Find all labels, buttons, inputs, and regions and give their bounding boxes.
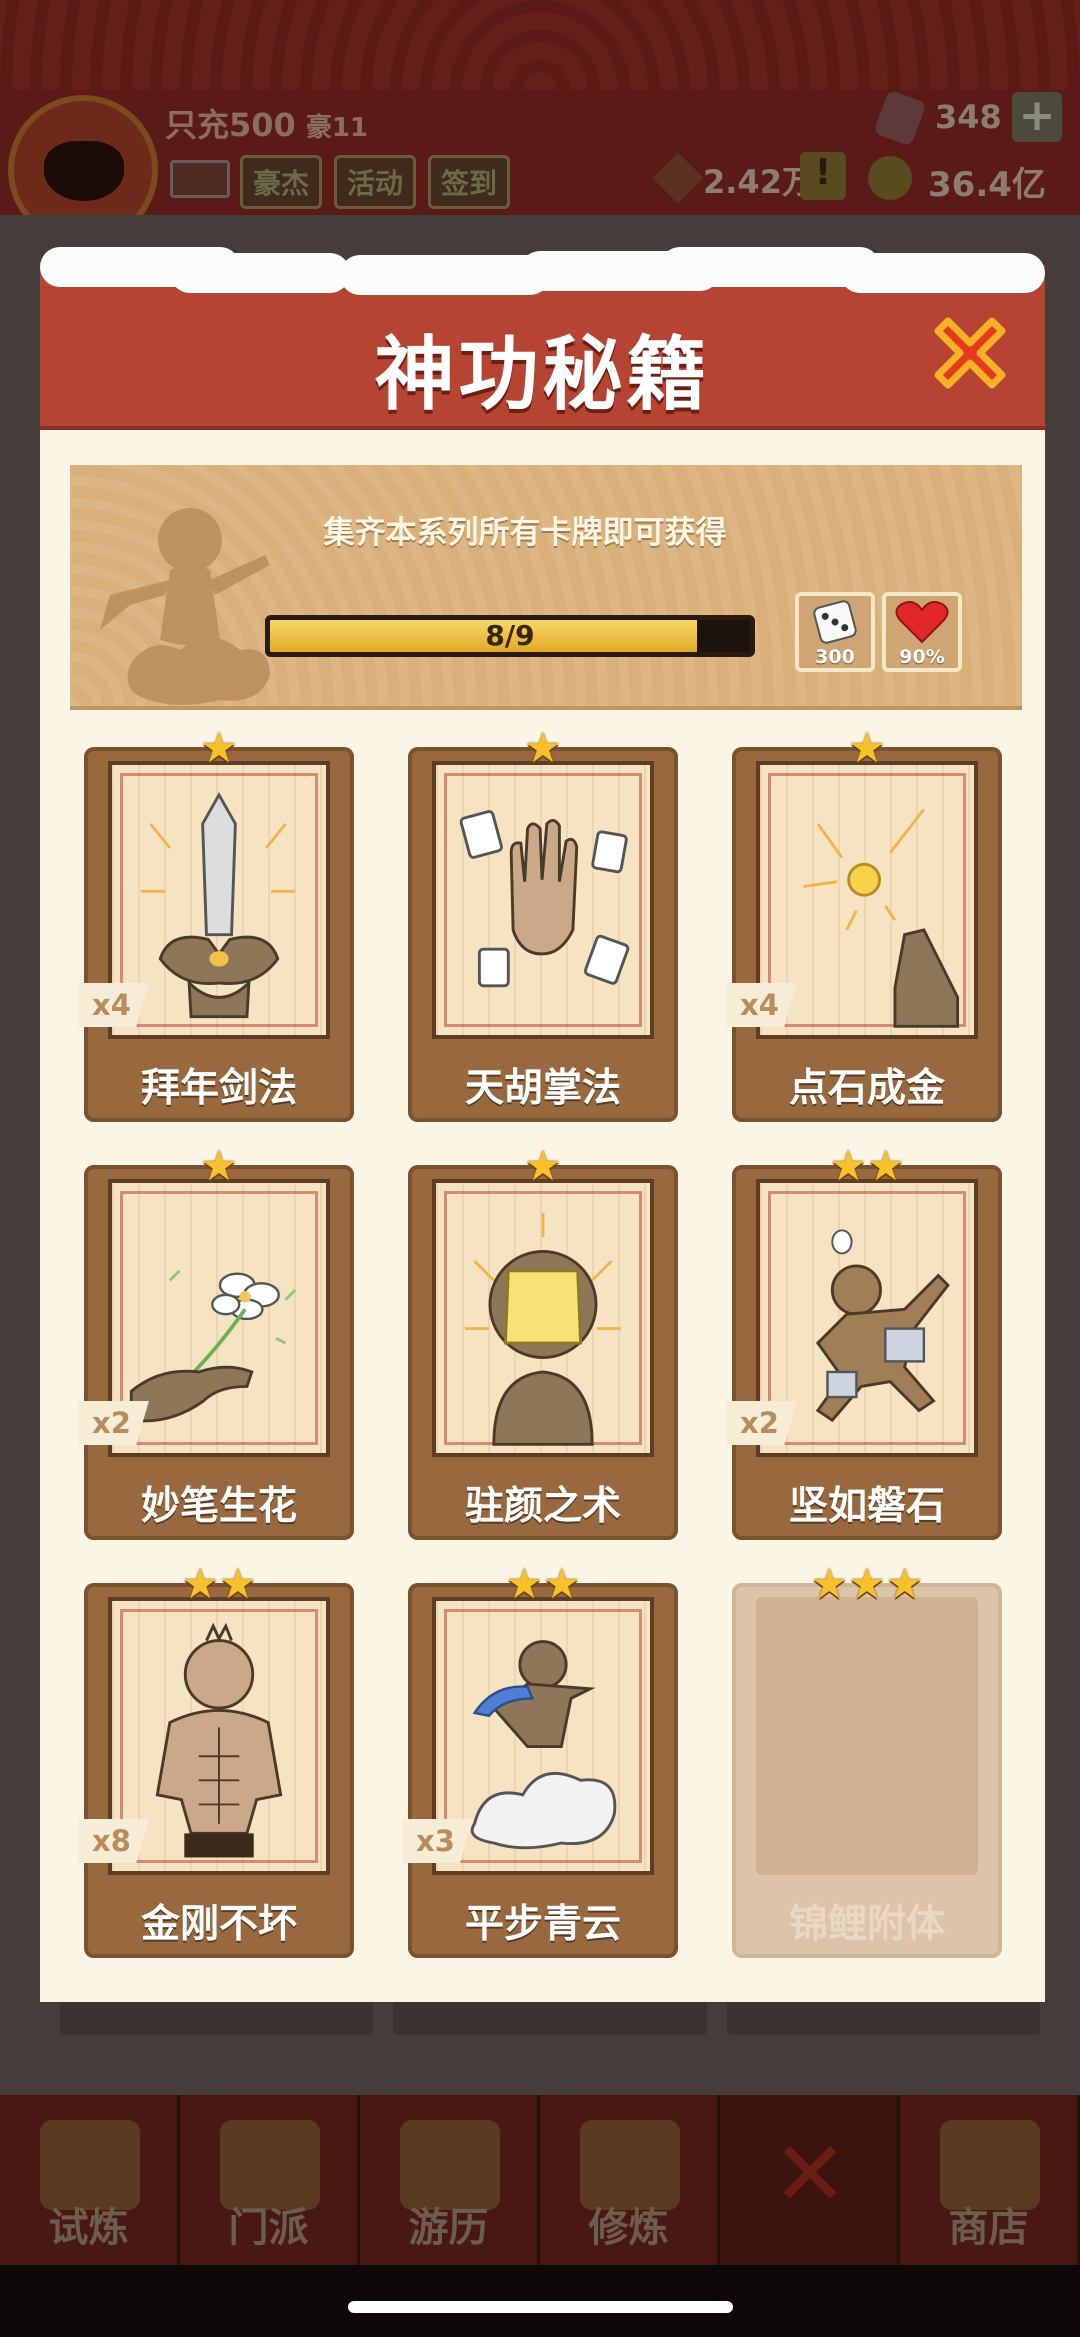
star-rating: ★ <box>848 723 886 772</box>
nav-sect[interactable]: 门派 <box>180 2095 360 2265</box>
close-x-icon: ✕ <box>772 2122 848 2227</box>
progress-label: 8/9 <box>485 619 535 652</box>
player-name: 只充500 豪11 <box>165 100 368 146</box>
cloud-pattern <box>0 0 1080 90</box>
card-name: 金刚不坏 <box>140 1902 297 1947</box>
card-koi-blessing-locked[interactable]: ★★★ 锦鲤附体 <box>732 1563 1002 1968</box>
star-rating: ★ <box>524 723 562 772</box>
nav-travel[interactable]: 游历 <box>360 2095 540 2265</box>
card-name: 妙笔生花 <box>140 1484 297 1529</box>
secret-manual-modal: 神功秘籍 集齐本系列所有卡牌即可获得 8/9 300 90% x4 ★ 拜年剑法… <box>40 247 1045 2002</box>
nav-travel-label: 游历 <box>408 2205 489 2251</box>
star-rating: ★★ <box>505 1559 581 1608</box>
bottom-nav: 试炼 门派 游历 修炼 ✕ 商店 <box>0 2095 1080 2265</box>
card-midas-touch[interactable]: x4 ★ 点石成金 <box>726 727 1002 1132</box>
card-name: 锦鲤附体 <box>788 1902 945 1947</box>
card-name: 拜年剑法 <box>140 1066 297 1111</box>
reward-heart[interactable]: 90% <box>882 592 962 672</box>
collection-banner: 集齐本系列所有卡牌即可获得 8/9 300 90% <box>70 465 1022 710</box>
card-youth-technique[interactable]: ★ 驻颜之术 <box>408 1145 678 1550</box>
card-bainian-sword[interactable]: x4 ★ 拜年剑法 <box>78 727 354 1132</box>
snow-lump <box>840 253 1045 293</box>
nav-cultivate-label: 修炼 <box>588 2205 669 2251</box>
reward-dice-value: 300 <box>815 646 855 668</box>
player-name-text: 只充500 <box>165 106 296 144</box>
dice-icon <box>813 600 857 644</box>
cloud-rider-silhouette-icon <box>100 508 270 705</box>
tag-events[interactable]: 活动 <box>334 155 417 209</box>
vip-level: 豪11 <box>305 113 368 143</box>
snow-lump <box>340 255 550 295</box>
heart-icon <box>895 601 949 644</box>
hud-tags: 豪杰 活动 签到 <box>240 155 511 209</box>
face-mask-icon <box>464 1212 622 1446</box>
card-rock-solid[interactable]: x2 ★★ 坚如磐石 <box>726 1145 1002 1550</box>
nav-trial[interactable]: 试炼 <box>0 2095 180 2265</box>
card-art-panel <box>432 1179 654 1457</box>
gem-count: 348 <box>935 98 1002 136</box>
tag-checkin[interactable]: 签到 <box>428 155 511 209</box>
star-rating: ★★ <box>181 1559 257 1608</box>
add-gems-button[interactable]: + <box>1012 92 1062 142</box>
banner-text: 集齐本系列所有卡牌即可获得 <box>323 515 727 551</box>
star-rating: ★ <box>200 723 238 772</box>
modal-title: 神功秘籍 <box>374 328 711 421</box>
nav-sect-label: 门派 <box>228 2205 309 2251</box>
close-x-icon <box>934 317 1006 389</box>
card-name: 平步青云 <box>464 1902 621 1947</box>
mail-icon[interactable] <box>170 160 230 198</box>
snow-lump <box>170 253 350 293</box>
reward-heart-value: 90% <box>899 646 945 668</box>
nav-close[interactable]: ✕ <box>720 2095 900 2265</box>
card-diamond-body[interactable]: x8 ★★ 金刚不坏 <box>78 1563 354 1968</box>
card-cloud-step[interactable]: x3 ★★ 平步青云 <box>402 1563 678 1968</box>
star-rating: ★★ <box>829 1141 905 1190</box>
ingot-count: 2.42万 <box>703 163 814 201</box>
close-button[interactable] <box>920 303 1020 403</box>
palm-mahjong-icon <box>459 810 630 988</box>
card-art-panel <box>432 761 654 1039</box>
card-name: 天胡掌法 <box>464 1066 621 1111</box>
collection-progress-bar: 8/9 <box>265 615 755 657</box>
card-name: 坚如磐石 <box>788 1484 945 1529</box>
coin-count: 36.4亿 <box>928 165 1046 205</box>
tag-hero[interactable]: 豪杰 <box>240 155 323 209</box>
nav-trial-label: 试炼 <box>48 2205 129 2251</box>
home-indicator[interactable] <box>348 2301 733 2313</box>
reward-dice[interactable]: 300 <box>795 592 875 672</box>
nav-shop-label: 商店 <box>948 2205 1029 2251</box>
avatar-face <box>44 141 124 201</box>
card-name: 点石成金 <box>788 1066 945 1111</box>
card-name: 驻颜之术 <box>464 1484 621 1529</box>
card-locked-panel <box>756 1597 978 1875</box>
star-rating: ★★★ <box>810 1559 924 1608</box>
top-hud: 只充500 豪11 豪杰 活动 签到 348 + 2.42万 ! 36.4亿 <box>0 0 1080 245</box>
card-magic-brush[interactable]: x2 ★ 妙笔生花 <box>78 1145 354 1550</box>
gem-icon <box>873 89 927 147</box>
star-rating: ★ <box>524 1141 562 1190</box>
card-tianhu-palm[interactable]: ★ 天胡掌法 <box>408 727 678 1132</box>
modal-header: 神功秘籍 <box>40 247 1045 430</box>
coin-icon <box>868 156 912 200</box>
alert-icon[interactable]: ! <box>800 152 846 200</box>
nav-shop[interactable]: 商店 <box>900 2095 1080 2265</box>
nav-cultivate[interactable]: 修炼 <box>540 2095 720 2265</box>
star-rating: ★ <box>200 1141 238 1190</box>
ingot-icon <box>652 152 704 204</box>
snow-decoration <box>40 247 1045 295</box>
